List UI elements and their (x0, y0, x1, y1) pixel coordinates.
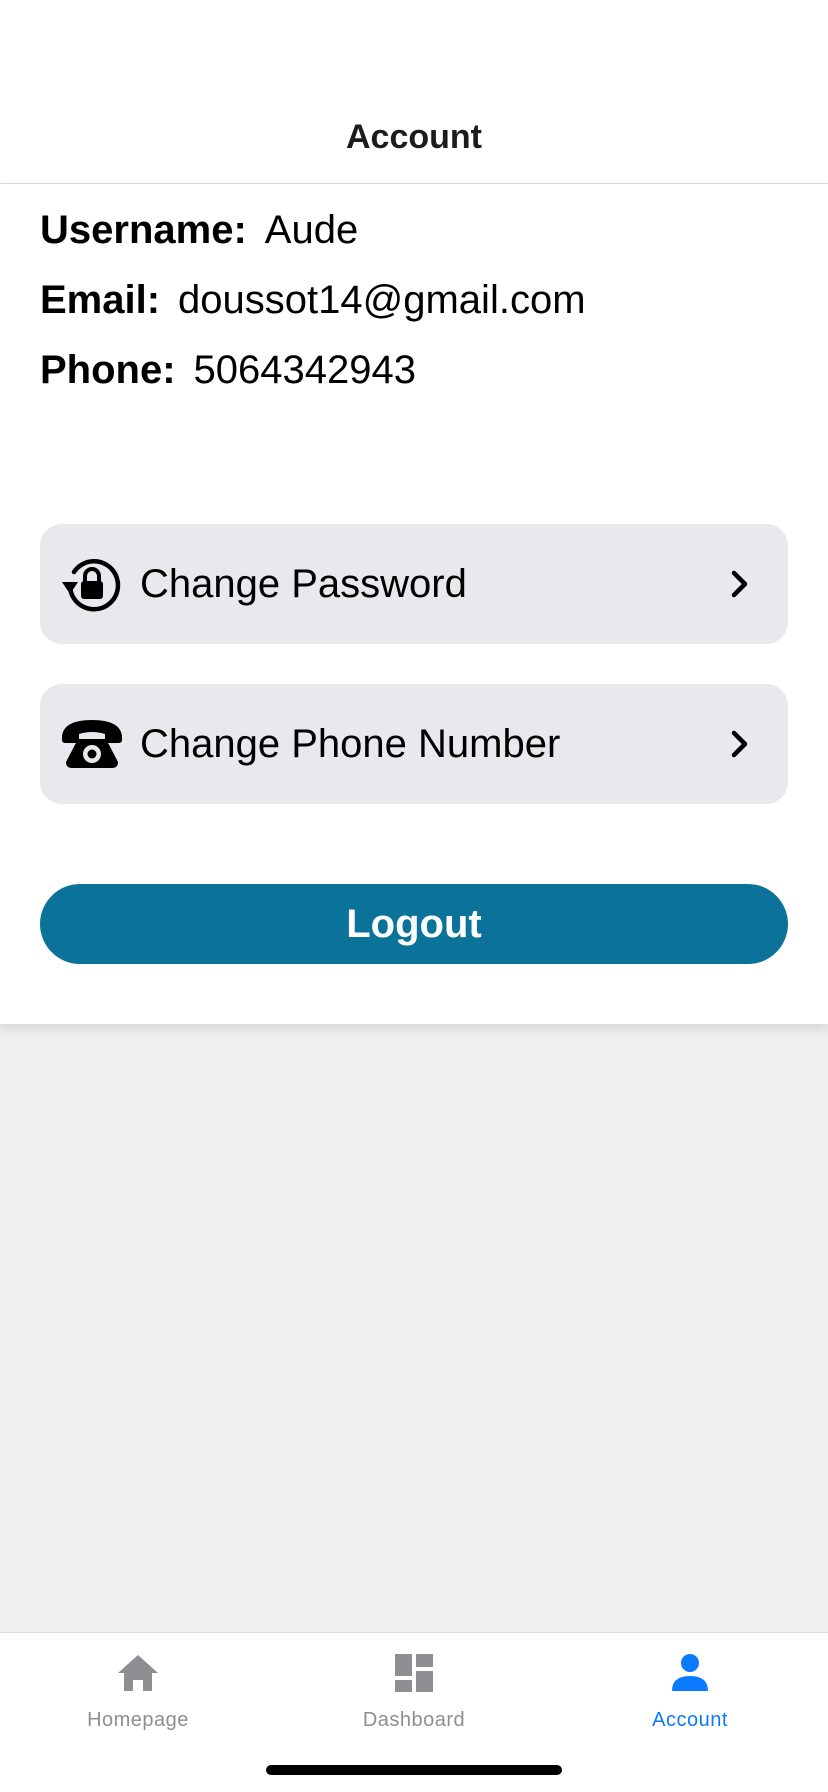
chevron-right-icon (720, 724, 760, 764)
tab-account-label: Account (652, 1709, 728, 1731)
logout-button[interactable]: Logout (40, 884, 788, 964)
telephone-icon (60, 712, 124, 776)
username-value: Aude (264, 208, 359, 252)
change-password-label: Change Password (140, 562, 467, 606)
email-row: Email: doussot14@gmail.com (40, 276, 586, 324)
page-title: Account (346, 118, 482, 156)
tab-homepage-label: Homepage (87, 1709, 189, 1731)
phone-label: Phone: (40, 348, 176, 392)
email-value: doussot14@gmail.com (178, 278, 586, 322)
home-indicator (266, 1765, 562, 1775)
nav-header: Account (0, 0, 828, 184)
tab-dashboard-label: Dashboard (362, 1709, 466, 1731)
change-password-button[interactable]: Change Password (40, 524, 788, 644)
home-icon (116, 1651, 160, 1695)
tab-account[interactable]: Account (552, 1633, 828, 1743)
dashboard-icon (392, 1651, 436, 1695)
tab-dashboard[interactable]: Dashboard (276, 1633, 552, 1743)
lock-reset-icon (60, 552, 124, 616)
username-label: Username: (40, 208, 247, 252)
change-phone-number-button[interactable]: Change Phone Number (40, 684, 788, 804)
email-label: Email: (40, 278, 161, 322)
phone-value: 5064342943 (193, 348, 417, 392)
chevron-right-icon (720, 564, 760, 604)
username-row: Username: Aude (40, 206, 358, 254)
change-phone-number-label: Change Phone Number (140, 722, 561, 766)
person-icon (668, 1651, 712, 1695)
tab-homepage[interactable]: Homepage (0, 1633, 276, 1743)
account-card: Username: Aude Email: doussot14@gmail.com … (0, 184, 828, 1024)
phone-row: Phone: 5064342943 (40, 346, 416, 394)
